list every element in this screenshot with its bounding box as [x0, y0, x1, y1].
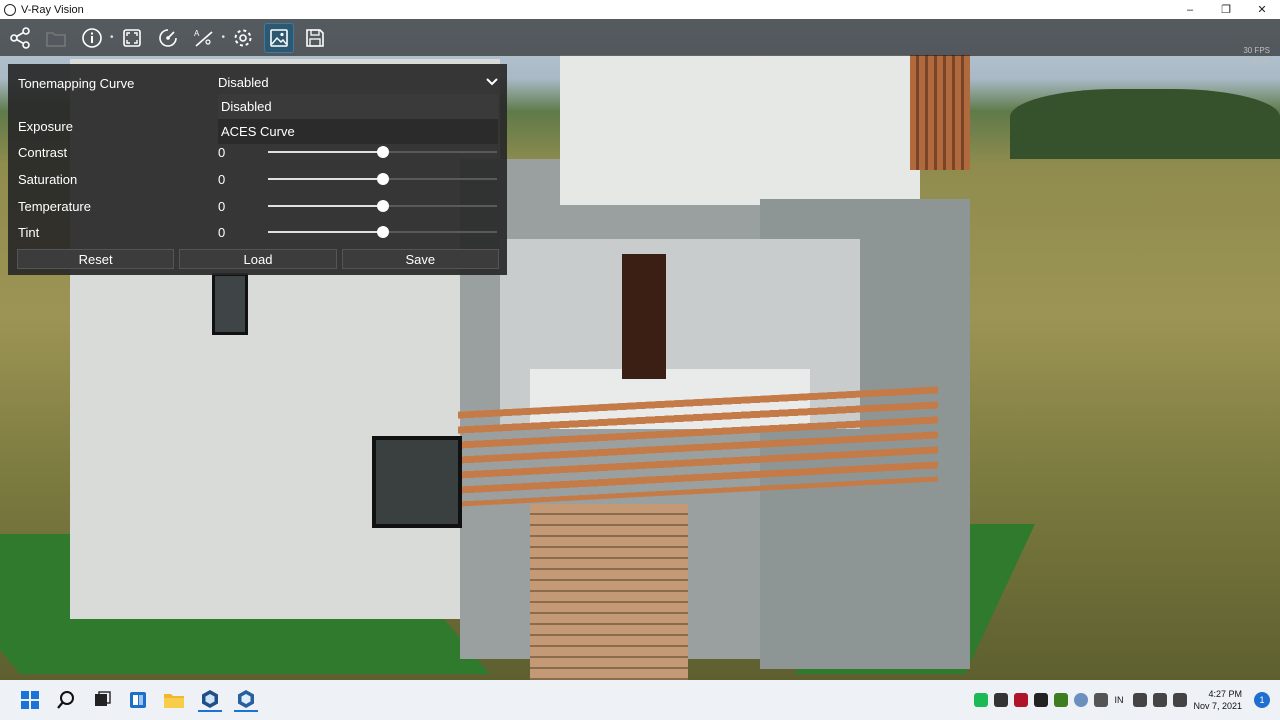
fps-value: 30 FPS [1243, 46, 1270, 55]
close-button[interactable]: ✕ [1244, 0, 1280, 19]
settings-gear-icon[interactable] [229, 24, 257, 52]
saturation-value[interactable]: 0 [218, 172, 266, 187]
windows-start-icon[interactable] [18, 688, 42, 712]
widgets-icon[interactable] [126, 688, 150, 712]
slider-fill [268, 178, 383, 180]
tonemapping-dropdown[interactable]: Disabled [218, 72, 498, 92]
tint-label: Tint [18, 224, 40, 240]
system-tray: IN 4:27 PM Nov 7, 2021 1 [974, 680, 1280, 720]
notification-badge[interactable]: 1 [1254, 692, 1270, 708]
tray-display-icon[interactable] [1034, 693, 1049, 707]
load-button[interactable]: Load [179, 249, 337, 269]
contrast-value[interactable]: 0 [218, 145, 266, 160]
share-icon[interactable] [6, 24, 34, 52]
info-icon[interactable] [78, 24, 106, 52]
tint-value[interactable]: 0 [218, 225, 266, 240]
image-settings-panel: Tonemapping Curve Disabled Disabled ACES… [8, 64, 507, 275]
battery-icon[interactable] [1173, 693, 1188, 707]
wifi-icon[interactable] [1133, 693, 1148, 707]
chevron-up-icon[interactable] [1094, 693, 1109, 707]
volume-icon[interactable] [1153, 693, 1168, 707]
search-icon[interactable] [54, 688, 78, 712]
tint-slider[interactable] [268, 221, 497, 243]
window-controls: – ❐ ✕ [1172, 0, 1280, 19]
clock-date: Nov 7, 2021 [1193, 701, 1242, 711]
microphone-icon[interactable] [1074, 693, 1089, 707]
temperature-label: Temperature [18, 198, 91, 214]
background-trees [1010, 89, 1280, 159]
house-top-floor [560, 55, 920, 205]
slider-fill [268, 151, 383, 153]
window-title: V-Ray Vision [21, 3, 84, 16]
temperature-slider[interactable] [268, 195, 497, 217]
tray-nvidia-icon[interactable] [1054, 693, 1069, 707]
maximize-button[interactable]: ❐ [1208, 0, 1244, 19]
slider-fill [268, 205, 383, 207]
title-bar: V-Ray Vision – ❐ ✕ [0, 0, 1280, 19]
garage-shutter [530, 504, 688, 680]
contrast-slider[interactable] [268, 141, 497, 163]
chevron-down-icon [486, 78, 498, 86]
tray-recorder-icon[interactable] [1014, 693, 1029, 707]
exposure-label: Exposure [18, 118, 73, 134]
auto-tone-icon[interactable]: A [190, 24, 218, 52]
side-window [212, 273, 248, 335]
tonemapping-selected: Disabled [218, 74, 269, 90]
tray-app-icon[interactable] [974, 693, 989, 707]
slider-knob[interactable] [376, 173, 389, 185]
reset-button[interactable]: Reset [17, 249, 175, 269]
fps-readout: 30 FPS Done [1243, 45, 1270, 67]
open-folder-icon[interactable] [42, 24, 70, 52]
task-view-icon[interactable] [90, 688, 114, 712]
saturation-label: Saturation [18, 171, 78, 187]
saturation-slider[interactable] [268, 168, 497, 190]
render-status: Done [1250, 57, 1270, 66]
wood-cladding [910, 55, 970, 170]
save-disk-icon[interactable] [301, 24, 329, 52]
contrast-label: Contrast [18, 144, 68, 160]
file-explorer-icon[interactable] [162, 688, 186, 712]
ground-window [372, 436, 462, 528]
tray-camera-icon[interactable] [994, 693, 1009, 707]
camera-speed-icon[interactable] [154, 24, 182, 52]
minimize-button[interactable]: – [1172, 0, 1208, 19]
temperature-value[interactable]: 0 [218, 199, 266, 214]
svg-text:A: A [194, 29, 200, 38]
slider-fill [268, 231, 383, 233]
save-button[interactable]: Save [341, 249, 499, 269]
vray-logo-icon [4, 3, 16, 16]
toolbar-dot: • [221, 32, 226, 43]
main-toolbar: • A • 30 FPS Done [0, 19, 1280, 66]
vray-vision-icon[interactable] [234, 688, 258, 712]
image-settings-icon[interactable] [264, 22, 295, 53]
exposure-row: Exposure [18, 115, 497, 137]
slider-knob[interactable] [376, 200, 389, 212]
balcony-door [622, 254, 666, 379]
language-indicator[interactable]: IN [1114, 695, 1123, 705]
toolbar-dot: • [110, 32, 114, 43]
taskbar-clock[interactable]: 4:27 PM Nov 7, 2021 [1193, 688, 1242, 712]
slider-knob[interactable] [376, 146, 389, 158]
slider-knob[interactable] [376, 226, 389, 238]
panel-buttons: Reset Load Save [17, 249, 499, 269]
tonemapping-label: Tonemapping Curve [18, 75, 135, 91]
clock-time: 4:27 PM [1208, 689, 1242, 699]
windows-taskbar: IN 4:27 PM Nov 7, 2021 1 [0, 680, 1280, 720]
fullscreen-icon[interactable] [118, 24, 146, 52]
vray-app-icon[interactable] [198, 688, 222, 712]
